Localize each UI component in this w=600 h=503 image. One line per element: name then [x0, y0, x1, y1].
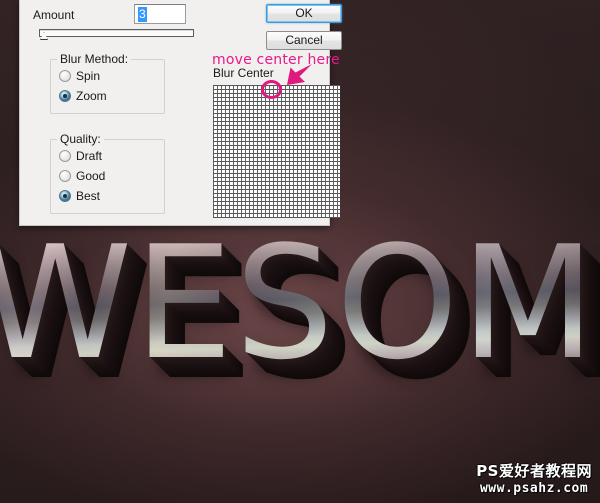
grid-line-v — [244, 85, 245, 218]
grid-line-h — [213, 217, 340, 218]
annotation-arrow-icon — [287, 64, 312, 85]
grid-line-v — [339, 85, 340, 218]
ok-button[interactable]: OK — [266, 4, 342, 23]
blur-center-grid[interactable] — [213, 85, 340, 218]
radio-label: Good — [76, 169, 106, 183]
radio-selected-icon — [59, 90, 71, 102]
radio-label: Zoom — [76, 89, 107, 103]
grid-line-h — [213, 151, 340, 152]
grid-line-h — [213, 118, 340, 119]
radio-label: Draft — [76, 149, 103, 163]
radial-blur-dialog: Amount 3 OK Cancel Blur Method: Spin Zoo… — [19, 0, 342, 226]
amount-value: 3 — [138, 7, 147, 22]
amount-slider[interactable] — [39, 29, 194, 40]
cancel-button[interactable]: Cancel — [266, 31, 342, 50]
quality-title: Quality: — [57, 132, 104, 146]
watermark-site-name: PS爱好者教程网 — [476, 462, 592, 480]
amount-label: Amount — [33, 8, 75, 22]
artwork-awesome-3d-text: WESOME WESOME WESOME WESOME WESOME — [0, 225, 600, 428]
radio-label: Best — [76, 189, 101, 203]
radio-icon — [59, 150, 71, 162]
grid-line-v — [308, 85, 309, 218]
quality-group: Quality: Draft Good Best — [50, 132, 165, 214]
grid-line-v — [213, 85, 214, 218]
blur-method-group: Blur Method: Spin Zoom — [50, 52, 165, 114]
radio-selected-icon — [59, 190, 71, 202]
grid-line-v — [276, 85, 277, 218]
amount-row: Amount 3 — [33, 4, 248, 26]
radio-label: Spin — [76, 69, 101, 83]
amount-input[interactable]: 3 — [134, 4, 186, 24]
grid-line-h — [213, 184, 340, 185]
radio-icon — [59, 170, 71, 182]
watermark: PS爱好者教程网 www.psahz.com — [476, 462, 592, 497]
radio-icon — [59, 70, 71, 82]
amount-slider-track[interactable] — [39, 29, 194, 37]
blur-center-label: Blur Center — [213, 66, 274, 80]
blur-method-title: Blur Method: — [57, 52, 132, 66]
annotation-text: move center here — [212, 52, 340, 68]
screenshot-canvas: WESOME WESOME WESOME WESOME WESOME Amoun… — [0, 0, 600, 503]
watermark-url: www.psahz.com — [479, 481, 589, 496]
artwork-top-highlight: WESOME — [0, 225, 600, 381]
